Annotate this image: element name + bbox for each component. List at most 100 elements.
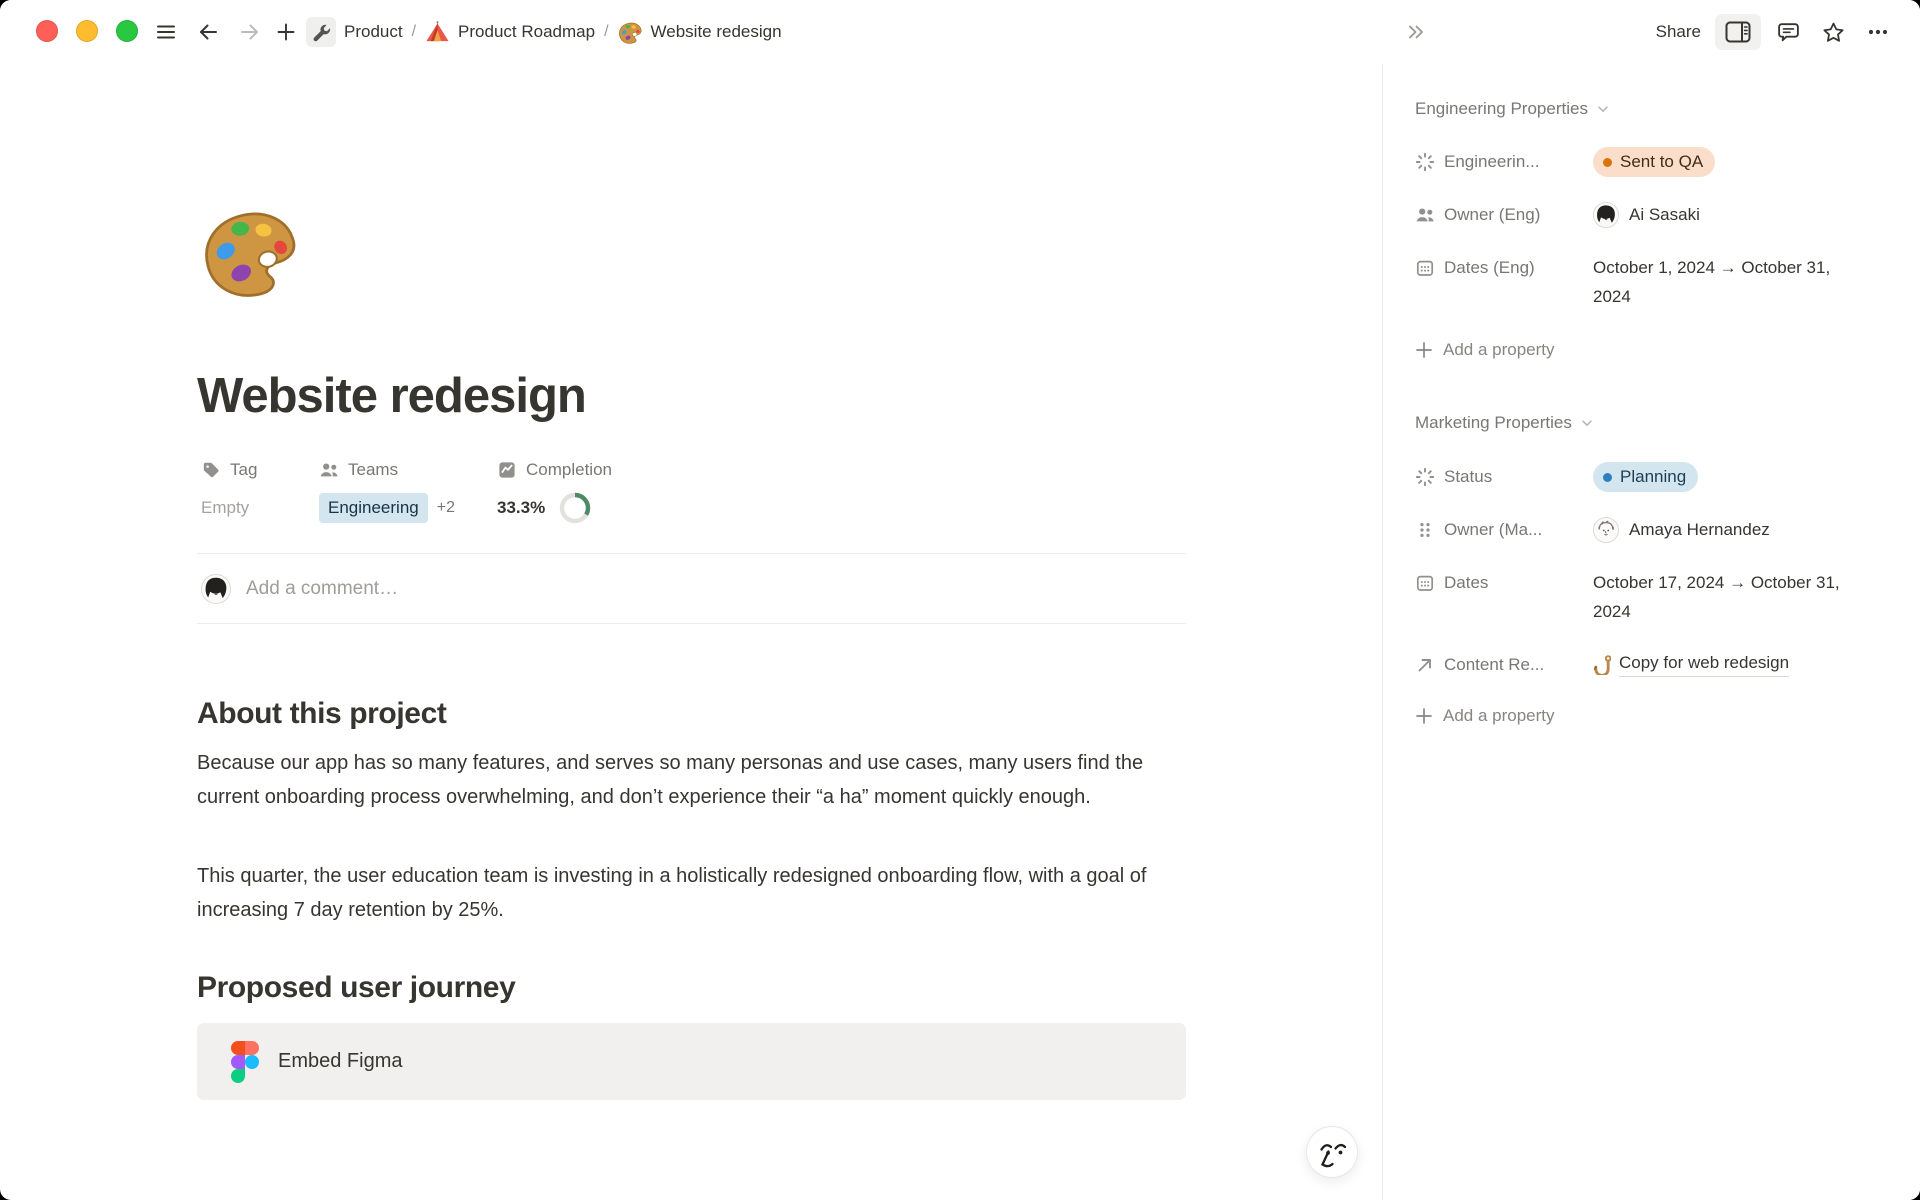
notion-window: Product / Product Roadmap / Website rede… bbox=[0, 0, 1920, 1200]
divider bbox=[197, 553, 1186, 554]
arrow-left-icon bbox=[196, 20, 220, 44]
side-panel-icon bbox=[1725, 21, 1751, 43]
ellipsis-icon bbox=[1867, 21, 1889, 43]
notion-ai-button[interactable] bbox=[1306, 1126, 1358, 1178]
about-paragraph-1: Because our app has so many features, an… bbox=[197, 746, 1185, 814]
property-row-owner-eng: Owner (Eng) Ai Sasaki bbox=[1415, 200, 1700, 230]
favorite-button[interactable] bbox=[1815, 14, 1851, 50]
tent-emoji bbox=[425, 20, 450, 45]
status-dot bbox=[1603, 473, 1612, 482]
property-label[interactable]: Dates bbox=[1444, 568, 1593, 598]
double-chevron-right-icon bbox=[1404, 20, 1428, 44]
property-value-date-range[interactable]: October 17, 2024 → October 31, 2024 bbox=[1593, 568, 1861, 626]
page-title[interactable]: Website redesign bbox=[197, 366, 1187, 426]
status-spinner-icon bbox=[1415, 152, 1435, 172]
status-pill-planning[interactable]: Planning bbox=[1593, 462, 1698, 492]
comment-bubble-icon bbox=[1776, 20, 1801, 45]
comment-row: Add a comment… bbox=[201, 572, 398, 605]
person-name: Amaya Hernandez bbox=[1629, 515, 1770, 545]
teams-tag-engineering[interactable]: Engineering bbox=[319, 493, 428, 523]
breadcrumb-label: Product Roadmap bbox=[458, 22, 595, 42]
more-options-button[interactable] bbox=[1860, 14, 1896, 50]
property-row-dates: Dates October 17, 2024 → October 31, 202… bbox=[1415, 568, 1861, 626]
property-label-teams[interactable]: Teams bbox=[319, 455, 497, 485]
property-label-tag[interactable]: Tag bbox=[201, 455, 319, 485]
breadcrumb-separator: / bbox=[412, 23, 416, 41]
macos-minimize-button[interactable] bbox=[76, 20, 98, 42]
page-properties: Tag Teams Completion Empty Engineering +… bbox=[201, 455, 612, 523]
plus-icon bbox=[276, 22, 296, 42]
wrench-icon bbox=[306, 17, 336, 47]
property-label[interactable]: Content Re... bbox=[1444, 650, 1593, 680]
property-value[interactable]: Amaya Hernandez bbox=[1593, 515, 1770, 545]
property-row-owner-marketing: Owner (Ma... Amaya Hernandez bbox=[1415, 515, 1770, 545]
palette-emoji bbox=[618, 20, 643, 45]
property-label[interactable]: Owner (Ma... bbox=[1444, 515, 1593, 545]
people-icon bbox=[1415, 205, 1435, 225]
user-avatar bbox=[201, 574, 231, 604]
property-label[interactable]: Owner (Eng) bbox=[1444, 200, 1593, 230]
property-label[interactable]: Status bbox=[1444, 462, 1593, 492]
property-row-status: Status Planning bbox=[1415, 462, 1698, 492]
add-comment-input[interactable]: Add a comment… bbox=[246, 578, 398, 600]
property-value[interactable]: Sent to QA bbox=[1593, 147, 1715, 177]
figma-logo-icon bbox=[231, 1041, 259, 1083]
person-name: Ai Sasaki bbox=[1629, 200, 1700, 230]
status-pill-sent-to-qa[interactable]: Sent to QA bbox=[1593, 147, 1715, 177]
property-value-completion[interactable]: 33.3% bbox=[497, 493, 612, 523]
calendar-icon bbox=[1415, 573, 1435, 593]
property-row-content-relation: Content Re... Copy for web redesign bbox=[1415, 650, 1789, 680]
property-label[interactable]: Dates (Eng) bbox=[1444, 253, 1593, 283]
completion-percent: 33.3% bbox=[497, 498, 545, 518]
collapse-sidebar-button[interactable] bbox=[1398, 14, 1434, 50]
comments-button[interactable] bbox=[1770, 14, 1806, 50]
embed-figma-block[interactable]: Embed Figma bbox=[197, 1023, 1186, 1100]
breadcrumb-item-website-redesign[interactable]: Website redesign bbox=[618, 20, 782, 45]
section-heading-journey: Proposed user journey bbox=[197, 968, 515, 1008]
property-row-engineering-status: Engineerin... Sent to QA bbox=[1415, 147, 1715, 177]
section-heading-about: About this project bbox=[197, 694, 446, 734]
property-label-completion[interactable]: Completion bbox=[497, 455, 612, 485]
forward-button[interactable] bbox=[232, 14, 268, 50]
share-button[interactable]: Share bbox=[1651, 22, 1706, 42]
add-property-button[interactable]: Add a property bbox=[1415, 335, 1555, 365]
breadcrumb: Product / Product Roadmap / Website rede… bbox=[306, 0, 782, 64]
page-icon-palette-emoji[interactable] bbox=[201, 202, 301, 302]
status-dot bbox=[1603, 158, 1612, 167]
topbar: Product / Product Roadmap / Website rede… bbox=[0, 0, 1920, 64]
property-value-tag[interactable]: Empty bbox=[201, 493, 319, 523]
new-page-button[interactable] bbox=[270, 14, 302, 50]
person-chip: Amaya Hernandez bbox=[1593, 515, 1770, 545]
chart-icon bbox=[497, 460, 517, 480]
property-value-date-range[interactable]: October 1, 2024 → October 31, 2024 bbox=[1593, 253, 1861, 311]
property-value[interactable]: Copy for web redesign bbox=[1593, 650, 1789, 677]
teams-more-count[interactable]: +2 bbox=[437, 499, 455, 517]
topbar-actions: Share bbox=[1651, 15, 1896, 49]
property-value[interactable]: Ai Sasaki bbox=[1593, 200, 1700, 230]
property-label[interactable]: Engineerin... bbox=[1444, 147, 1593, 177]
people-icon bbox=[319, 460, 339, 480]
property-row-dates-eng: Dates (Eng) October 1, 2024 → October 31… bbox=[1415, 253, 1861, 311]
breadcrumb-item-product-roadmap[interactable]: Product Roadmap bbox=[425, 20, 595, 45]
relation-page-link[interactable]: Copy for web redesign bbox=[1593, 650, 1789, 677]
toggle-side-panel-button[interactable] bbox=[1715, 14, 1761, 50]
ai-face-icon bbox=[1308, 1128, 1356, 1176]
macos-close-button[interactable] bbox=[36, 20, 58, 42]
add-property-button[interactable]: Add a property bbox=[1415, 701, 1555, 731]
chevron-down-icon bbox=[1596, 102, 1610, 116]
breadcrumb-item-product[interactable]: Product bbox=[306, 17, 403, 47]
embed-figma-label: Embed Figma bbox=[278, 1050, 403, 1073]
group-title-engineering-properties[interactable]: Engineering Properties bbox=[1415, 96, 1610, 122]
property-value[interactable]: Planning bbox=[1593, 462, 1698, 492]
status-spinner-icon bbox=[1415, 467, 1435, 487]
back-button[interactable] bbox=[190, 14, 226, 50]
plus-icon bbox=[1415, 341, 1433, 359]
avatar bbox=[1593, 517, 1619, 543]
person-chip: Ai Sasaki bbox=[1593, 200, 1700, 230]
property-value-teams[interactable]: Engineering +2 bbox=[319, 493, 497, 523]
group-title-marketing-properties[interactable]: Marketing Properties bbox=[1415, 410, 1594, 436]
sidebar-menu-button[interactable] bbox=[148, 14, 184, 50]
arrow-right-icon bbox=[238, 20, 262, 44]
macos-zoom-button[interactable] bbox=[116, 20, 138, 42]
breadcrumb-label: Product bbox=[344, 22, 403, 42]
